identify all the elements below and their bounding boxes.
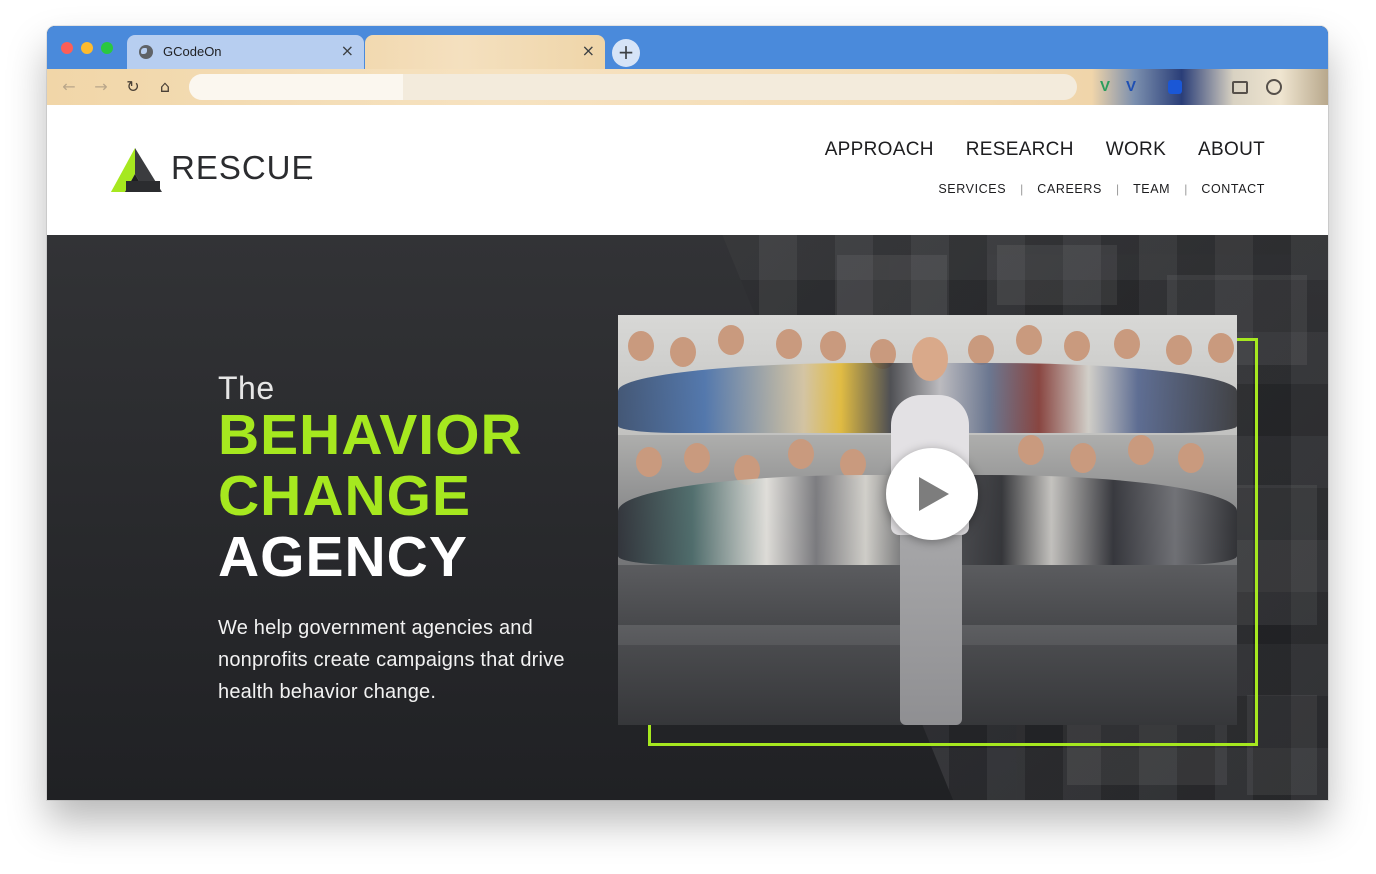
subnav-contact[interactable]: CONTACT	[1201, 182, 1265, 196]
subnav-team[interactable]: TEAM	[1133, 182, 1170, 196]
team-member	[1208, 333, 1234, 363]
team-member	[1114, 329, 1140, 359]
team-member	[1016, 325, 1042, 355]
tab-title: GCodeOn	[163, 44, 222, 59]
vue-extension-icon[interactable]: V	[1126, 79, 1142, 95]
team-member	[1070, 443, 1096, 473]
team-member	[636, 447, 662, 477]
browser-toolbar: ← → ↻ ⌂ V V	[47, 69, 1328, 105]
close-icon[interactable]: ×	[582, 42, 595, 60]
play-icon	[919, 477, 949, 511]
team-member	[820, 331, 846, 361]
vue-devtools-icon[interactable]: V	[1100, 79, 1116, 95]
profile-icon[interactable]	[1266, 79, 1282, 95]
play-button[interactable]	[886, 448, 978, 540]
subnav-separator: |	[1184, 182, 1188, 196]
browser-window: GCodeOn × × + ← → ↻ ⌂ V V RESCUE . APPRO…	[47, 26, 1328, 800]
tab-gcodeon[interactable]: GCodeOn ×	[127, 35, 364, 69]
logo-text: RESCUE	[171, 149, 315, 186]
video-accent-frame-top	[1236, 338, 1258, 341]
nav-approach[interactable]: APPROACH	[825, 139, 934, 161]
team-member	[788, 439, 814, 469]
main-nav: APPROACH RESEARCH WORK ABOUT	[825, 139, 1265, 161]
close-window-button[interactable]	[61, 42, 73, 54]
video-accent-frame-left	[648, 722, 651, 746]
reload-icon[interactable]: ↻	[121, 75, 145, 99]
arrow-left-icon[interactable]: ←	[57, 75, 81, 99]
presenter-legs	[900, 530, 962, 725]
subnav-separator: |	[1020, 182, 1024, 196]
nav-about[interactable]: ABOUT	[1198, 139, 1265, 161]
hero-video[interactable]	[618, 315, 1237, 725]
minimize-window-button[interactable]	[81, 42, 93, 54]
hero-line-change: CHANGE	[218, 464, 472, 528]
nav-work[interactable]: WORK	[1106, 139, 1166, 161]
extensions-area: V V	[1092, 69, 1328, 105]
nav-research[interactable]: RESEARCH	[966, 139, 1074, 161]
hero-line-agency: AGENCY	[218, 525, 468, 589]
team-member	[718, 325, 744, 355]
maximize-window-button[interactable]	[101, 42, 113, 54]
presenter-head	[912, 337, 948, 381]
globe-icon	[139, 45, 153, 59]
subnav-services[interactable]: SERVICES	[938, 182, 1006, 196]
cast-icon[interactable]	[1232, 81, 1248, 94]
close-icon[interactable]: ×	[341, 42, 354, 60]
hero-the: The	[218, 370, 275, 406]
subnav-careers[interactable]: CAREERS	[1037, 182, 1102, 196]
team-member	[776, 329, 802, 359]
tab-second[interactable]: ×	[365, 35, 605, 69]
team-member	[1178, 443, 1204, 473]
team-member	[1018, 435, 1044, 465]
logo-triangle-icon	[111, 148, 162, 192]
hero-headline-block: The BEHAVIOR CHANGE AGENCY We help gover…	[218, 371, 598, 708]
collage-tile	[997, 245, 1117, 305]
team-member	[1166, 335, 1192, 365]
hero-description: We help government agencies and nonprofi…	[218, 617, 565, 703]
site-header: RESCUE . APPROACH RESEARCH WORK ABOUT SE…	[47, 105, 1328, 235]
sub-nav: SERVICES | CAREERS | TEAM | CONTACT	[938, 182, 1265, 196]
team-member	[670, 337, 696, 367]
subnav-separator: |	[1115, 182, 1120, 196]
logo-mark: .	[307, 173, 310, 182]
rescue-logo[interactable]: RESCUE .	[111, 145, 351, 195]
home-icon[interactable]: ⌂	[153, 75, 177, 99]
hero-section: The BEHAVIOR CHANGE AGENCY We help gover…	[47, 235, 1328, 800]
team-member	[684, 443, 710, 473]
team-member	[1128, 435, 1154, 465]
arrow-right-icon[interactable]: →	[89, 75, 113, 99]
url-input[interactable]	[189, 74, 1077, 100]
address-bar[interactable]	[189, 74, 1077, 100]
team-member	[1064, 331, 1090, 361]
extension-square-icon[interactable]	[1168, 80, 1182, 94]
new-tab-button[interactable]: +	[612, 39, 640, 67]
tab-bar: GCodeOn × × +	[47, 26, 1328, 69]
team-member	[968, 335, 994, 365]
hero-line-behavior: BEHAVIOR	[218, 403, 523, 467]
team-member	[628, 331, 654, 361]
